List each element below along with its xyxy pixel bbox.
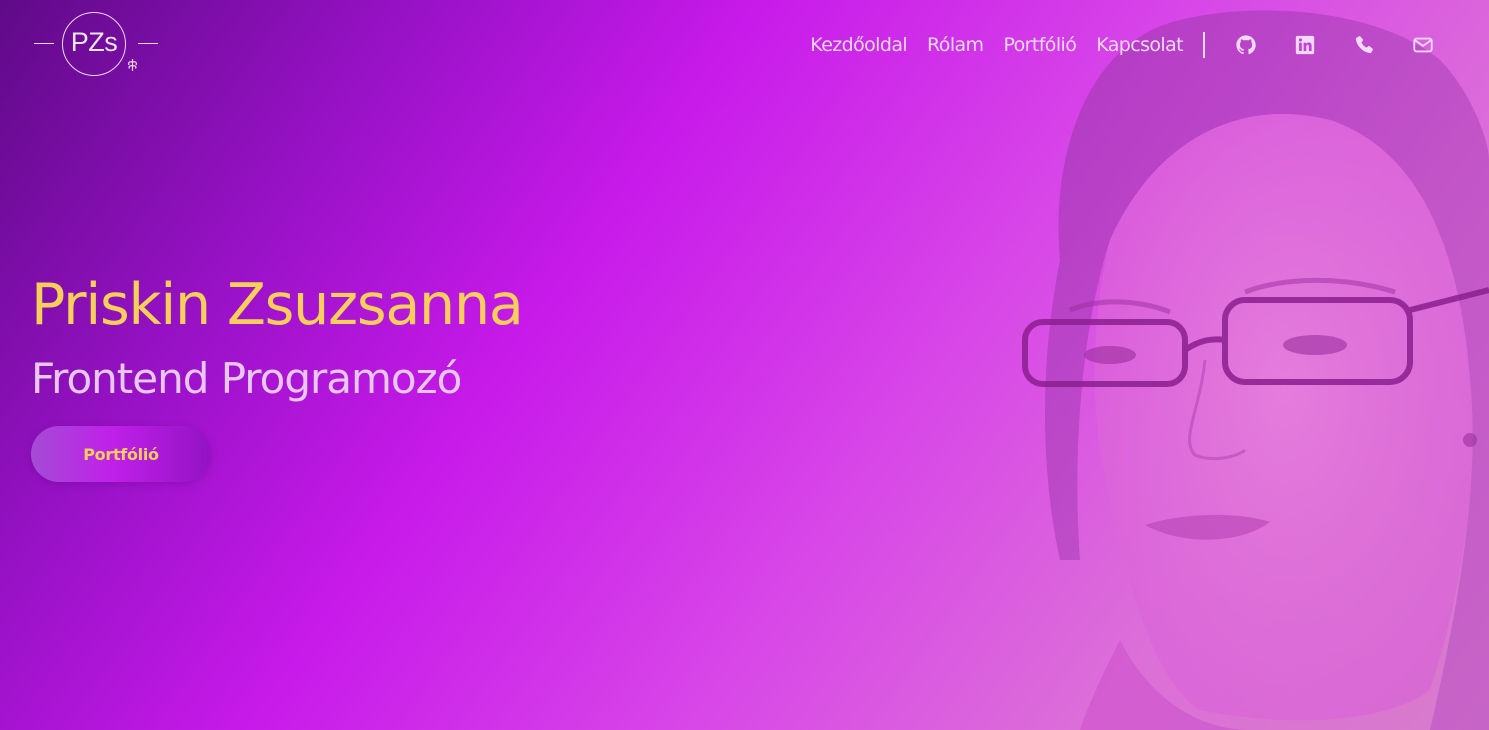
- leaf-icon: [126, 58, 139, 75]
- hero-role: Frontend Programozó: [31, 354, 462, 403]
- hero-name: Priskin Zsuzsanna: [31, 272, 524, 338]
- logo-line-right: [138, 43, 158, 44]
- nav-link-contact[interactable]: Kapcsolat: [1096, 34, 1183, 56]
- logo-monogram: PZs: [70, 27, 118, 57]
- nav-divider: [1203, 32, 1205, 58]
- main-nav: Kezdőoldal Rólam Portfólió Kapcsolat: [810, 30, 1436, 60]
- github-icon[interactable]: [1233, 32, 1259, 58]
- portfolio-button[interactable]: Portfólió: [31, 426, 211, 482]
- nav-link-about[interactable]: Rólam: [927, 34, 984, 56]
- hero-section: PZs Kezdőoldal Rólam Portfólió Kapcsolat…: [0, 0, 1489, 730]
- portrait-photo: [1000, 0, 1489, 730]
- site-logo[interactable]: PZs: [34, 12, 158, 78]
- logo-line-left: [34, 43, 54, 44]
- linkedin-icon[interactable]: [1292, 32, 1318, 58]
- envelope-icon[interactable]: [1410, 32, 1436, 58]
- nav-link-home[interactable]: Kezdőoldal: [810, 34, 907, 56]
- phone-icon[interactable]: [1351, 32, 1377, 58]
- nav-link-portfolio[interactable]: Portfólió: [1003, 34, 1076, 56]
